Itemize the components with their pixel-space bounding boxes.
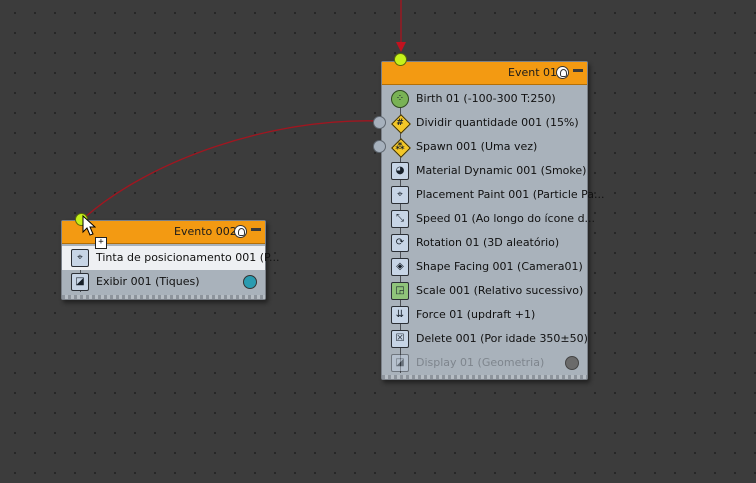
test-output-port[interactable] (373, 116, 386, 129)
test-output-port[interactable] (373, 140, 386, 153)
mouse-cursor-icon (82, 215, 96, 236)
operator-row[interactable]: ⌖ Tinta de posicionamento 001 (P... (62, 246, 279, 270)
split-amount-icon: # (391, 114, 409, 132)
operator-label: Scale 001 (Relativo sucessivo) (416, 284, 584, 297)
operator-row[interactable]: ◲ Scale 001 (Relativo sucessivo) (382, 279, 587, 303)
event-02-operator-list: ⌖ Tinta de posicionamento 001 (P... ◪ Ex… (62, 244, 279, 294)
scale-icon: ◲ (391, 282, 409, 300)
plus-icon: + (95, 237, 107, 249)
operator-row[interactable]: ⁘ Birth 01 (-100-300 T:250) (382, 87, 587, 111)
material-dynamic-icon: ◕ (391, 162, 409, 180)
operator-row[interactable]: ⁂ Spawn 001 (Uma vez) (373, 135, 587, 159)
event-02-title: Evento 002 (174, 225, 237, 238)
operator-row[interactable]: ◈ Shape Facing 001 (Camera01) (382, 255, 587, 279)
event-01-node[interactable]: Event 01 ⁘ Birth 01 (-100-300 T:250) # D… (373, 61, 605, 380)
operator-row[interactable]: # Dividir quantidade 001 (15%) (373, 111, 587, 135)
operator-row[interactable]: ☒ Delete 001 (Por idade 350±50) (382, 327, 588, 351)
delete-icon: ☒ (391, 330, 409, 348)
birth-icon: ⁘ (391, 90, 409, 108)
event-01-title: Event 01 (508, 66, 558, 79)
placement-paint-icon: ⌖ (391, 186, 409, 204)
operator-label: Placement Paint 001 (Particle Pa... (416, 188, 605, 201)
operator-row[interactable]: ⤡ Speed 01 (Ao longo do ícone d... (382, 207, 595, 231)
operator-label: Delete 001 (Por idade 350±50) (416, 332, 588, 345)
event-01-operator-list: ⁘ Birth 01 (-100-300 T:250) # Dividir qu… (373, 85, 605, 375)
display-color-swatch[interactable] (565, 356, 579, 370)
bulb-icon[interactable] (234, 225, 247, 238)
operator-label: Display 01 (Geometria) (416, 356, 545, 369)
operator-row[interactable]: ◪ Exibir 001 (Tiques) (62, 270, 265, 294)
operator-row[interactable]: ⟳ Rotation 01 (3D aleatório) (382, 231, 587, 255)
spawn-icon: ⁂ (391, 138, 409, 156)
operator-label: Material Dynamic 001 (Smoke) (416, 164, 587, 177)
operator-label: Tinta de posicionamento 001 (P... (96, 251, 280, 264)
bulb-icon[interactable] (556, 66, 569, 79)
display-icon: ◪ (391, 354, 409, 372)
wire-arrowhead (396, 42, 406, 52)
force-icon: ⇊ (391, 306, 409, 324)
operator-label: Spawn 001 (Uma vez) (416, 140, 538, 153)
operator-label: Exibir 001 (Tiques) (96, 275, 200, 288)
display-icon: ◪ (71, 273, 89, 291)
operator-label: Birth 01 (-100-300 T:250) (416, 92, 556, 105)
operator-label: Rotation 01 (3D aleatório) (416, 236, 560, 249)
operator-label: Force 01 (updraft +1) (416, 308, 536, 321)
particle-view-canvas[interactable]: Evento 002 ⌖ Tinta de posicionamento 001… (0, 0, 756, 483)
operator-row[interactable]: ⇊ Force 01 (updraft +1) (382, 303, 587, 327)
operator-row[interactable]: ◪ Display 01 (Geometria) (382, 351, 587, 375)
wire-split-to-event-002[interactable] (83, 120, 379, 219)
node-resize-grip[interactable] (382, 375, 587, 379)
operator-label: Speed 01 (Ao longo do ícone d... (416, 212, 596, 225)
minimize-icon[interactable] (251, 228, 261, 231)
shape-facing-icon: ◈ (391, 258, 409, 276)
speed-icon: ⤡ (391, 210, 409, 228)
event-01-header[interactable]: Event 01 (382, 62, 587, 85)
rotation-icon: ⟳ (391, 234, 409, 252)
operator-label: Shape Facing 001 (Camera01) (416, 260, 583, 273)
event-01-input-port[interactable] (394, 53, 407, 66)
operator-label: Dividir quantidade 001 (15%) (416, 116, 579, 129)
operator-row[interactable]: ◕ Material Dynamic 001 (Smoke) (382, 159, 587, 183)
placement-paint-icon: ⌖ (71, 249, 89, 267)
display-color-swatch[interactable] (243, 275, 257, 289)
minimize-icon[interactable] (573, 69, 583, 72)
node-resize-grip[interactable] (62, 295, 265, 299)
operator-row[interactable]: ⌖ Placement Paint 001 (Particle Pa... (382, 183, 605, 207)
